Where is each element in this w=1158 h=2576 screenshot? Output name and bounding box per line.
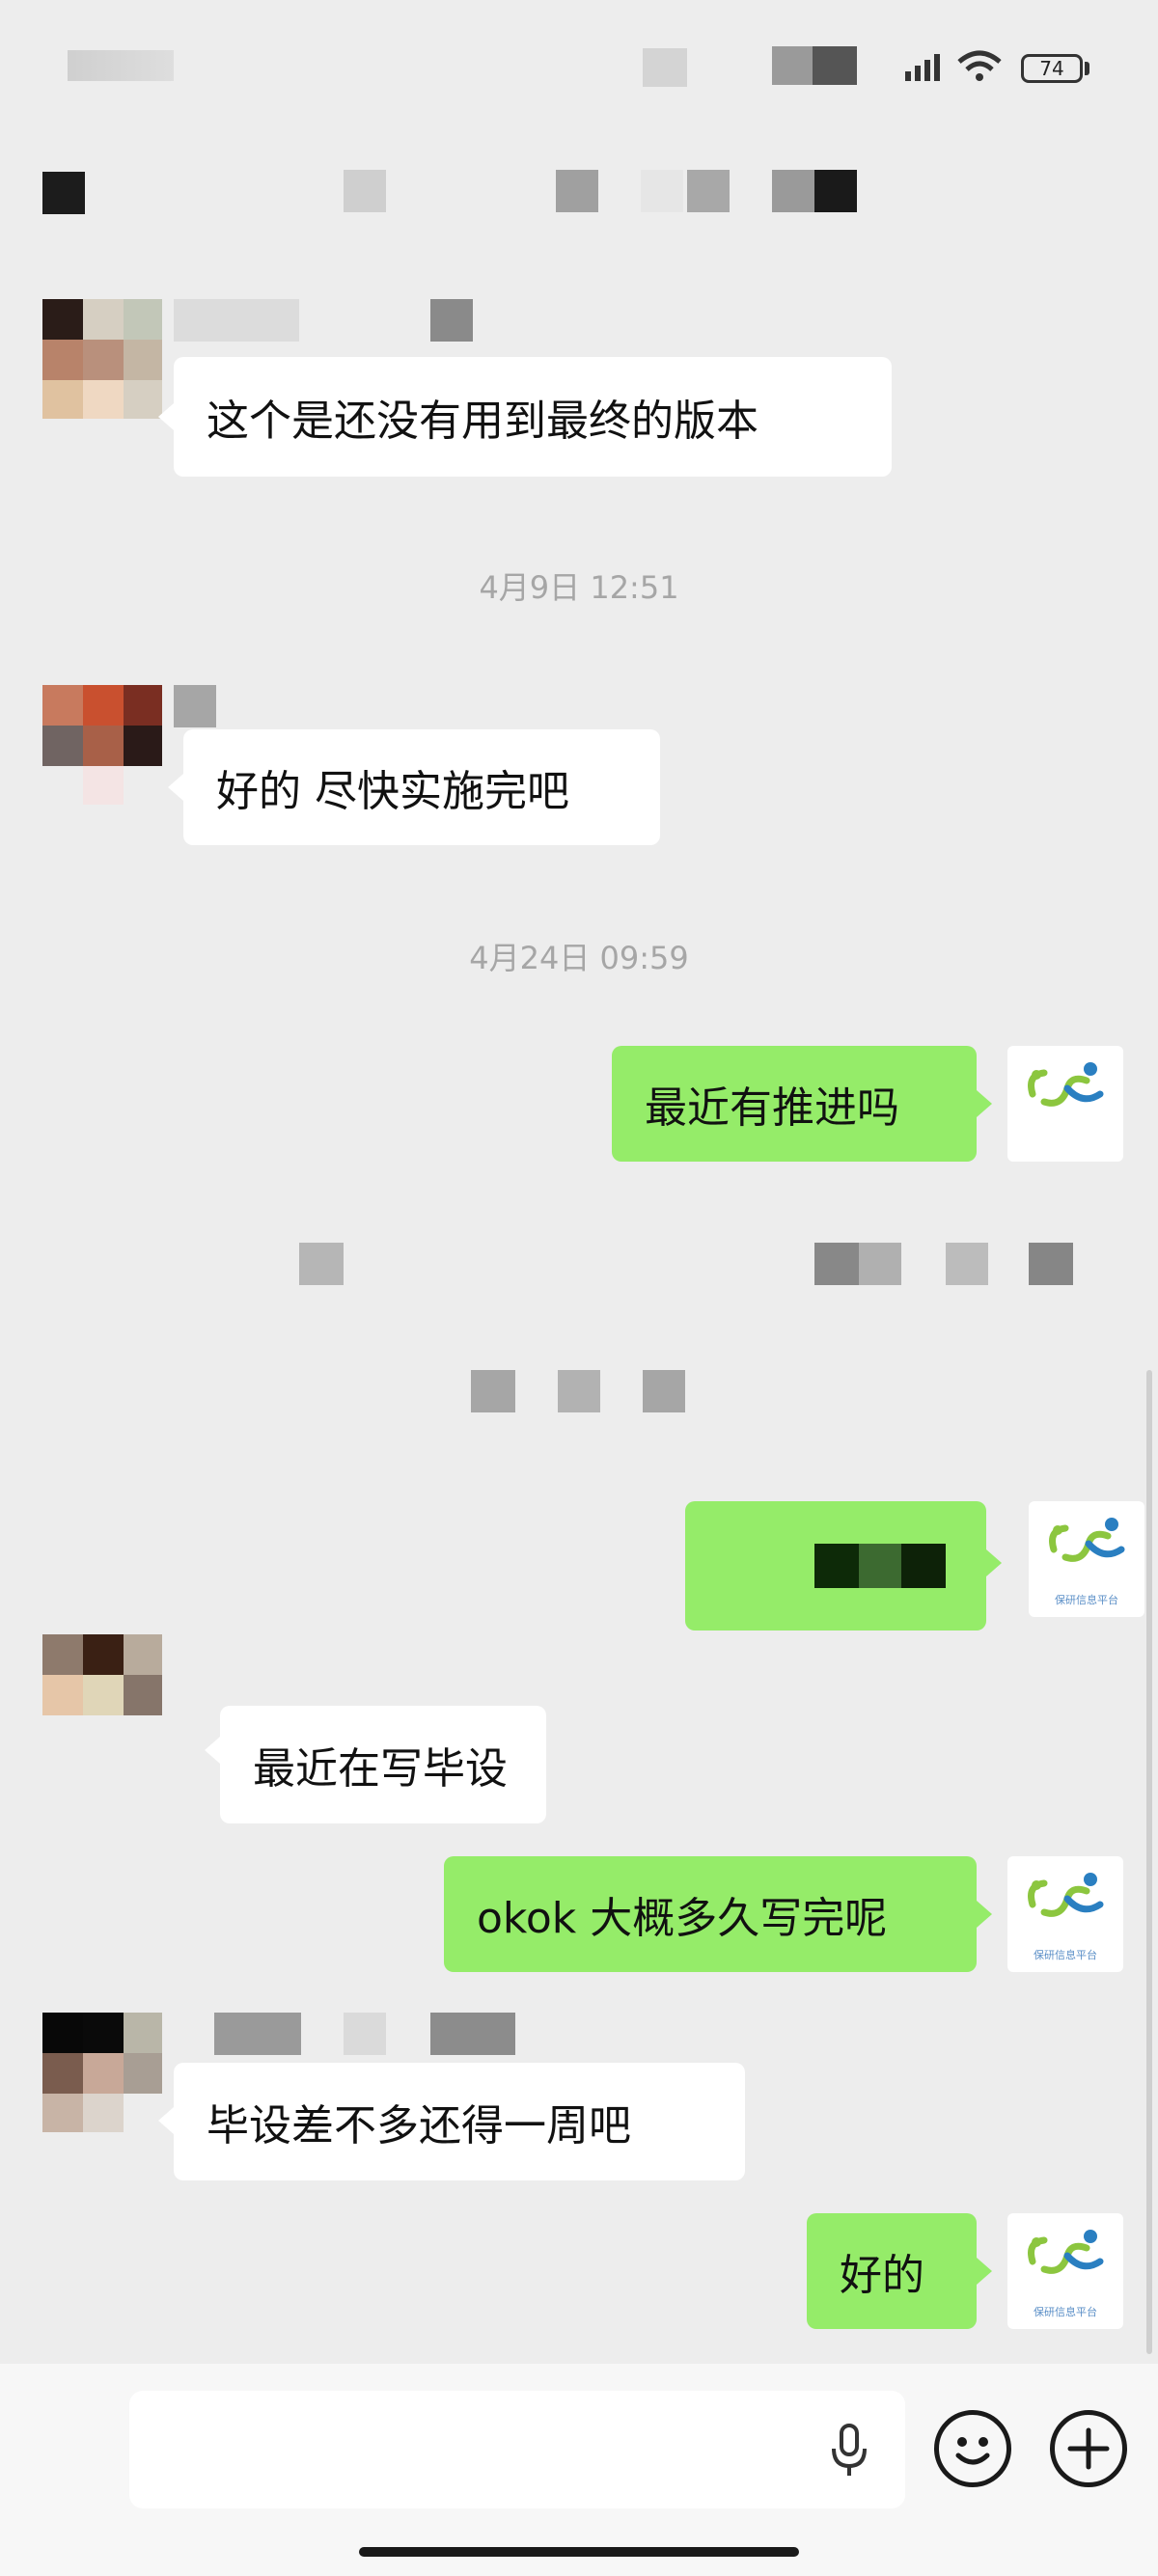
wifi-icon xyxy=(955,48,1004,87)
contact-name-blurred xyxy=(556,170,598,212)
system-notice-blurred xyxy=(946,1243,988,1285)
message-timestamp: 4月24日 09:59 xyxy=(469,940,689,976)
avatar-caption: 保研信息平台 xyxy=(1034,2306,1097,2318)
platform-logo-icon xyxy=(1028,1873,1104,1917)
my-avatar[interactable] xyxy=(1007,1046,1123,1162)
sender-name-blurred xyxy=(344,2013,386,2055)
platform-logo-icon xyxy=(1028,2230,1104,2274)
platform-logo-icon xyxy=(1028,1062,1104,1107)
avatar[interactable] xyxy=(42,1634,162,1754)
contact-name-blurred xyxy=(641,170,683,212)
battery-icon: 74 xyxy=(1021,54,1083,83)
home-indicator xyxy=(359,2547,799,2557)
message-bubble-outgoing[interactable] xyxy=(685,1501,986,1631)
contact-name-blurred xyxy=(772,170,814,212)
sender-name-blurred xyxy=(430,2013,515,2055)
bubble-tail xyxy=(986,1549,1002,1576)
system-notice-blurred xyxy=(471,1370,515,1412)
contact-name-blurred xyxy=(344,170,386,212)
sender-name-blurred xyxy=(174,685,216,727)
message-bubble-outgoing[interactable]: okok 大概多久写完呢 xyxy=(444,1856,977,1972)
message-bubble-incoming[interactable]: 毕设差不多还得一周吧 xyxy=(174,2063,745,2180)
sender-name-blurred xyxy=(430,299,473,342)
status-time-blurred xyxy=(68,50,174,81)
avatar[interactable] xyxy=(42,685,162,805)
status-icons-blurred xyxy=(772,46,813,85)
sender-name-blurred xyxy=(214,2013,301,2055)
status-icons-blurred xyxy=(643,48,687,87)
message-bubble-outgoing[interactable]: 最近有推进吗 xyxy=(612,1046,977,1162)
bubble-tail xyxy=(168,774,183,801)
bubble-tail xyxy=(977,1901,992,1928)
system-notice-blurred xyxy=(299,1243,344,1285)
message-input[interactable] xyxy=(129,2391,905,2508)
avatar-caption: 保研信息平台 xyxy=(1034,1949,1097,1961)
plus-icon[interactable] xyxy=(1050,2410,1127,2487)
system-notice-blurred xyxy=(558,1370,600,1412)
microphone-icon[interactable] xyxy=(830,2422,868,2481)
status-icons-blurred xyxy=(813,46,857,85)
bubble-tail xyxy=(977,1090,992,1117)
bubble-tail xyxy=(158,403,174,430)
bubble-tail xyxy=(977,2258,992,2285)
my-avatar[interactable]: 保研信息平台 xyxy=(1007,1856,1123,1972)
message-bubble-incoming[interactable]: 最近在写毕设 xyxy=(220,1706,546,1823)
message-bubble-incoming[interactable]: 好的 尽快实施完吧 xyxy=(183,729,660,845)
my-avatar[interactable]: 保研信息平台 xyxy=(1029,1501,1144,1617)
contact-name-blurred xyxy=(687,170,730,212)
more-icon[interactable] xyxy=(814,170,857,212)
back-icon[interactable] xyxy=(42,172,85,214)
status-bar: 74 xyxy=(0,0,1158,135)
system-notice-blurred xyxy=(859,1243,901,1285)
message-content-blurred xyxy=(814,1544,859,1588)
sender-name-blurred xyxy=(174,299,299,342)
signal-icon xyxy=(903,54,942,87)
bubble-tail xyxy=(158,2107,174,2134)
avatar-caption: 保研信息平台 xyxy=(1055,1594,1118,1606)
emoji-icon[interactable] xyxy=(934,2410,1011,2487)
avatar[interactable] xyxy=(42,299,162,419)
scrollbar[interactable] xyxy=(1146,1370,1152,2354)
message-timestamp: 4月9日 12:51 xyxy=(479,569,679,606)
system-notice-blurred xyxy=(643,1370,685,1412)
message-content-blurred xyxy=(859,1544,901,1588)
my-avatar[interactable]: 保研信息平台 xyxy=(1007,2213,1123,2329)
battery-tip xyxy=(1085,62,1089,75)
bubble-tail xyxy=(205,1737,220,1764)
platform-logo-icon xyxy=(1049,1518,1125,1562)
avatar[interactable] xyxy=(42,2013,162,2132)
message-bubble-outgoing[interactable]: 好的 xyxy=(807,2213,977,2329)
message-bubble-incoming[interactable]: 这个是还没有用到最终的版本 xyxy=(174,357,892,477)
system-notice-blurred xyxy=(1029,1243,1073,1285)
message-content-blurred xyxy=(901,1544,946,1588)
system-notice-blurred xyxy=(814,1243,859,1285)
chat-header xyxy=(0,154,1158,232)
